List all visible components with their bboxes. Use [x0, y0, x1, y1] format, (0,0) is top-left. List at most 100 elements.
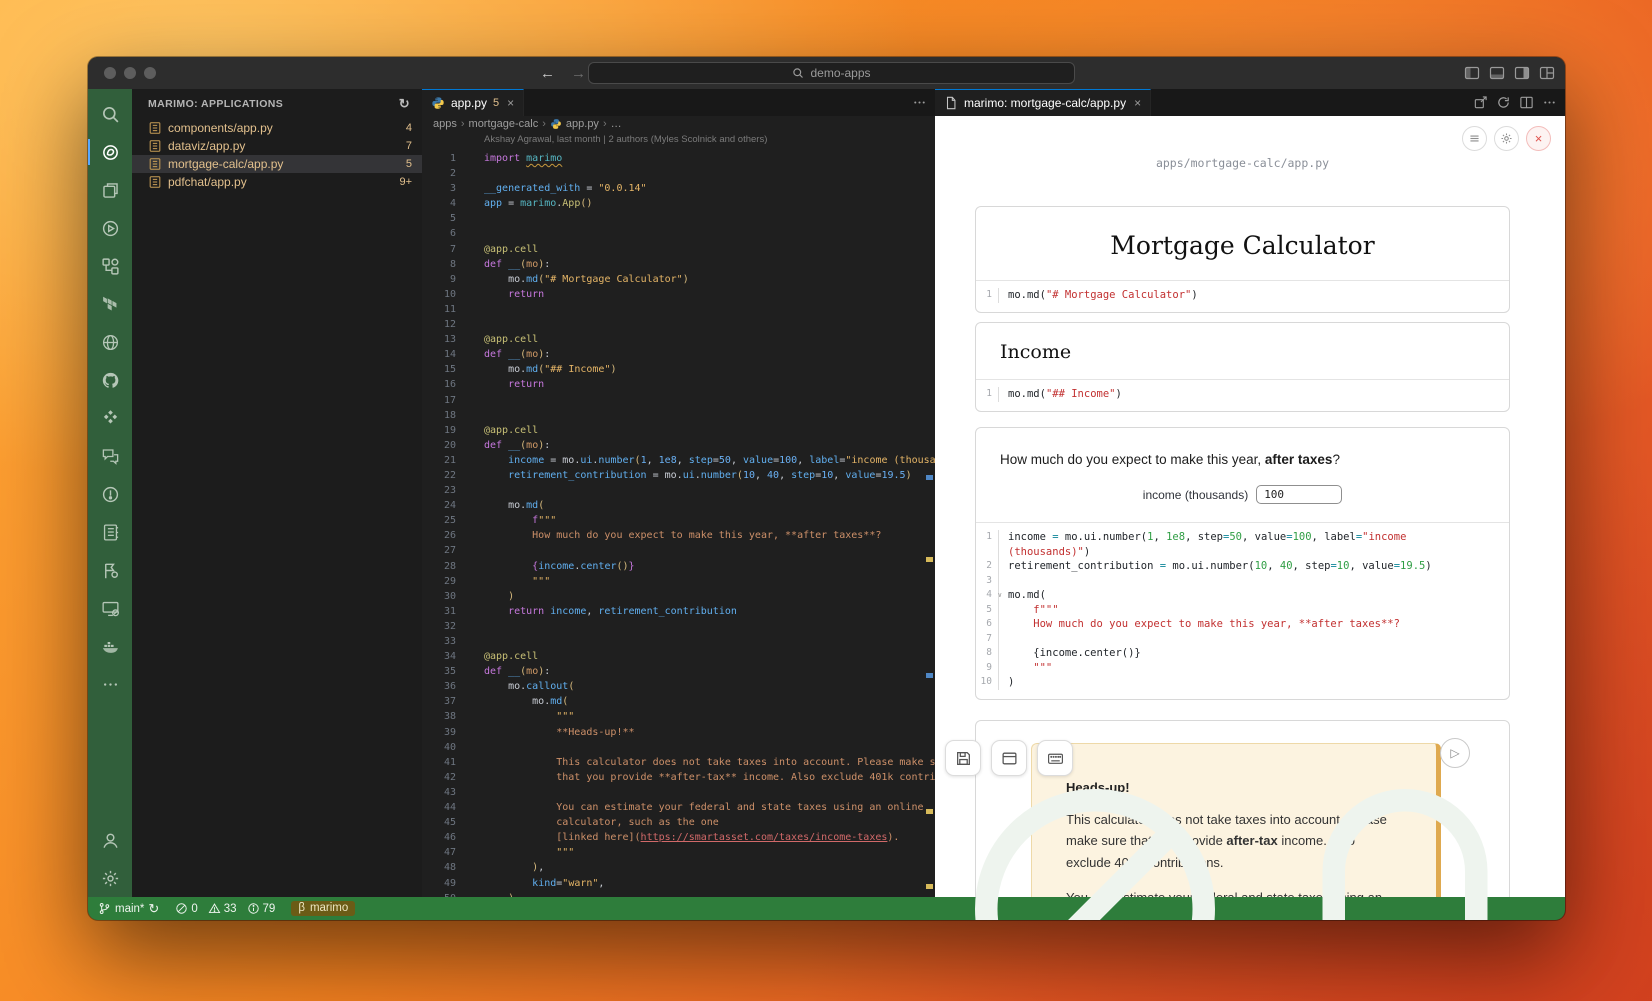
tab-app-py[interactable]: app.py 5 ×: [422, 89, 524, 116]
file-item[interactable]: pdfchat/app.py9+: [132, 173, 422, 191]
code-line[interactable]: 30 ): [422, 589, 935, 604]
reload-webview-icon[interactable]: [1496, 95, 1511, 110]
code-line[interactable]: 42 that you provide **after-tax** income…: [422, 770, 935, 785]
code-line[interactable]: 28 {income.center()}: [422, 559, 935, 574]
code-line[interactable]: 13@app.cell: [422, 332, 935, 347]
code-line[interactable]: 24 mo.md(: [422, 498, 935, 513]
code-line[interactable]: 7@app.cell: [422, 242, 935, 257]
pin-circle-icon[interactable]: [88, 475, 132, 513]
code-line[interactable]: 47 """: [422, 845, 935, 860]
breadcrumb-item[interactable]: app.py: [566, 118, 599, 130]
code-line[interactable]: 8def __(mo):: [422, 257, 935, 272]
file-item[interactable]: dataviz/app.py7: [132, 137, 422, 155]
code-line[interactable]: 15 mo.md("## Income"): [422, 362, 935, 377]
more-actions-icon[interactable]: [1542, 95, 1557, 110]
code-line[interactable]: 1import marimo: [422, 151, 935, 166]
diamonds-icon[interactable]: [88, 399, 132, 437]
code-line[interactable]: 5: [422, 211, 935, 226]
code-line[interactable]: 40: [422, 740, 935, 755]
sync-icon[interactable]: ↻: [148, 901, 159, 917]
code-line[interactable]: 45 calculator, such as the one: [422, 815, 935, 830]
code-line[interactable]: 33: [422, 634, 935, 649]
breadcrumb[interactable]: apps›mortgage-calc›app.py›…: [422, 116, 935, 132]
marimo-code-line[interactable]: 8 {income.center()}: [976, 646, 1509, 661]
marimo-status-item[interactable]: β marimo: [291, 901, 355, 916]
code-line[interactable]: 25 f""": [422, 513, 935, 528]
customize-layout-icon[interactable]: [1539, 65, 1555, 81]
marimo-code-line[interactable]: 7: [976, 632, 1509, 647]
problems-item[interactable]: 0 33 79: [175, 902, 275, 915]
account-icon[interactable]: [88, 821, 132, 859]
marimo-icon[interactable]: [88, 133, 132, 171]
code-line[interactable]: 3__generated_with = "0.0.14": [422, 181, 935, 196]
code-line[interactable]: 4app = marimo.App(): [422, 196, 935, 211]
code-line[interactable]: 32: [422, 619, 935, 634]
terraform-icon[interactable]: [88, 285, 132, 323]
code-line[interactable]: 11: [422, 302, 935, 317]
run-view-icon[interactable]: [88, 209, 132, 247]
code-line[interactable]: 37 mo.md(: [422, 694, 935, 709]
more-icon[interactable]: [88, 665, 132, 703]
settings-gear-icon[interactable]: [88, 859, 132, 897]
symbols-icon[interactable]: [88, 247, 132, 285]
copy-pages-icon[interactable]: [88, 171, 132, 209]
marimo-code-line[interactable]: (thousands)"): [976, 545, 1509, 560]
code-line[interactable]: 34@app.cell: [422, 649, 935, 664]
marimo-code-line[interactable]: 5 f""": [976, 603, 1509, 618]
marimo-menu-button[interactable]: [1462, 126, 1487, 151]
code-line[interactable]: 31 return income, retirement_contributio…: [422, 604, 935, 619]
forward-button[interactable]: →: [571, 65, 586, 82]
code-line[interactable]: 43: [422, 785, 935, 800]
marimo-code-line[interactable]: 1mo.md("# Mortgage Calculator"): [976, 288, 1509, 303]
marimo-code-line[interactable]: 2retirement_contribution = mo.ui.number(…: [976, 559, 1509, 574]
breadcrumb-item[interactable]: apps: [433, 118, 457, 130]
code-line[interactable]: 22 retirement_contribution = mo.ui.numbe…: [422, 468, 935, 483]
code-line[interactable]: 12: [422, 317, 935, 332]
marimo-code-line[interactable]: 10): [976, 675, 1509, 690]
code-line[interactable]: 19@app.cell: [422, 423, 935, 438]
code-line[interactable]: 41 This calculator does not take taxes i…: [422, 755, 935, 770]
code-line[interactable]: 26 How much do you expect to make this y…: [422, 528, 935, 543]
notifications-bell-icon[interactable]: [1255, 759, 1555, 921]
marimo-code-line[interactable]: 1income = mo.ui.number(1, 1e8, step=50, …: [976, 530, 1509, 545]
code-line[interactable]: 9 mo.md("# Mortgage Calculator"): [422, 272, 935, 287]
code-line[interactable]: 10 return: [422, 287, 935, 302]
toggle-secondary-sidebar-icon[interactable]: [1514, 65, 1530, 81]
file-item[interactable]: components/app.py4: [132, 119, 422, 137]
marimo-code-line[interactable]: 1mo.md("## Income"): [976, 387, 1509, 402]
code-line[interactable]: 35def __(mo):: [422, 664, 935, 679]
minimize-window-button[interactable]: [124, 67, 136, 79]
marimo-code-line[interactable]: 6 How much do you expect to make this ye…: [976, 617, 1509, 632]
toggle-panel-icon[interactable]: [1489, 65, 1505, 81]
toggle-primary-sidebar-icon[interactable]: [1464, 65, 1480, 81]
code-line[interactable]: 39 **Heads-up!**: [422, 725, 935, 740]
marimo-code-line[interactable]: 9 """: [976, 661, 1509, 676]
close-tab-icon[interactable]: ×: [507, 96, 514, 110]
close-tab-icon[interactable]: ×: [1134, 96, 1141, 110]
code-line[interactable]: 21 income = mo.ui.number(1, 1e8, step=50…: [422, 453, 935, 468]
command-center-search[interactable]: demo-apps: [588, 62, 1075, 84]
code-line[interactable]: 18: [422, 408, 935, 423]
close-window-button[interactable]: [104, 67, 116, 79]
marimo-code-line[interactable]: 4∨mo.md(: [976, 588, 1509, 603]
code-line[interactable]: 6: [422, 226, 935, 241]
open-external-icon[interactable]: [1473, 95, 1488, 110]
zoom-window-button[interactable]: [144, 67, 156, 79]
remote-monitor-icon[interactable]: [88, 589, 132, 627]
tab-marimo-webview[interactable]: marimo: mortgage-calc/app.py ×: [935, 89, 1151, 116]
git-branch-item[interactable]: main* ↻: [98, 901, 159, 917]
income-input[interactable]: [1256, 485, 1342, 504]
breadcrumb-item[interactable]: …: [611, 118, 622, 130]
code-line[interactable]: 23: [422, 483, 935, 498]
code-line[interactable]: 44 You can estimate your federal and sta…: [422, 800, 935, 815]
refresh-icon[interactable]: ↻: [399, 96, 410, 112]
split-editor-icon[interactable]: [1519, 95, 1534, 110]
code-line[interactable]: 38 """: [422, 709, 935, 724]
ports-icon[interactable]: [945, 759, 1245, 921]
code-line[interactable]: 14def __(mo):: [422, 347, 935, 362]
code-line[interactable]: 29 """: [422, 574, 935, 589]
fold-chevron-icon[interactable]: ∨: [998, 588, 1002, 603]
code-line[interactable]: 17: [422, 393, 935, 408]
search-icon[interactable]: [88, 95, 132, 133]
code-line[interactable]: 27: [422, 543, 935, 558]
